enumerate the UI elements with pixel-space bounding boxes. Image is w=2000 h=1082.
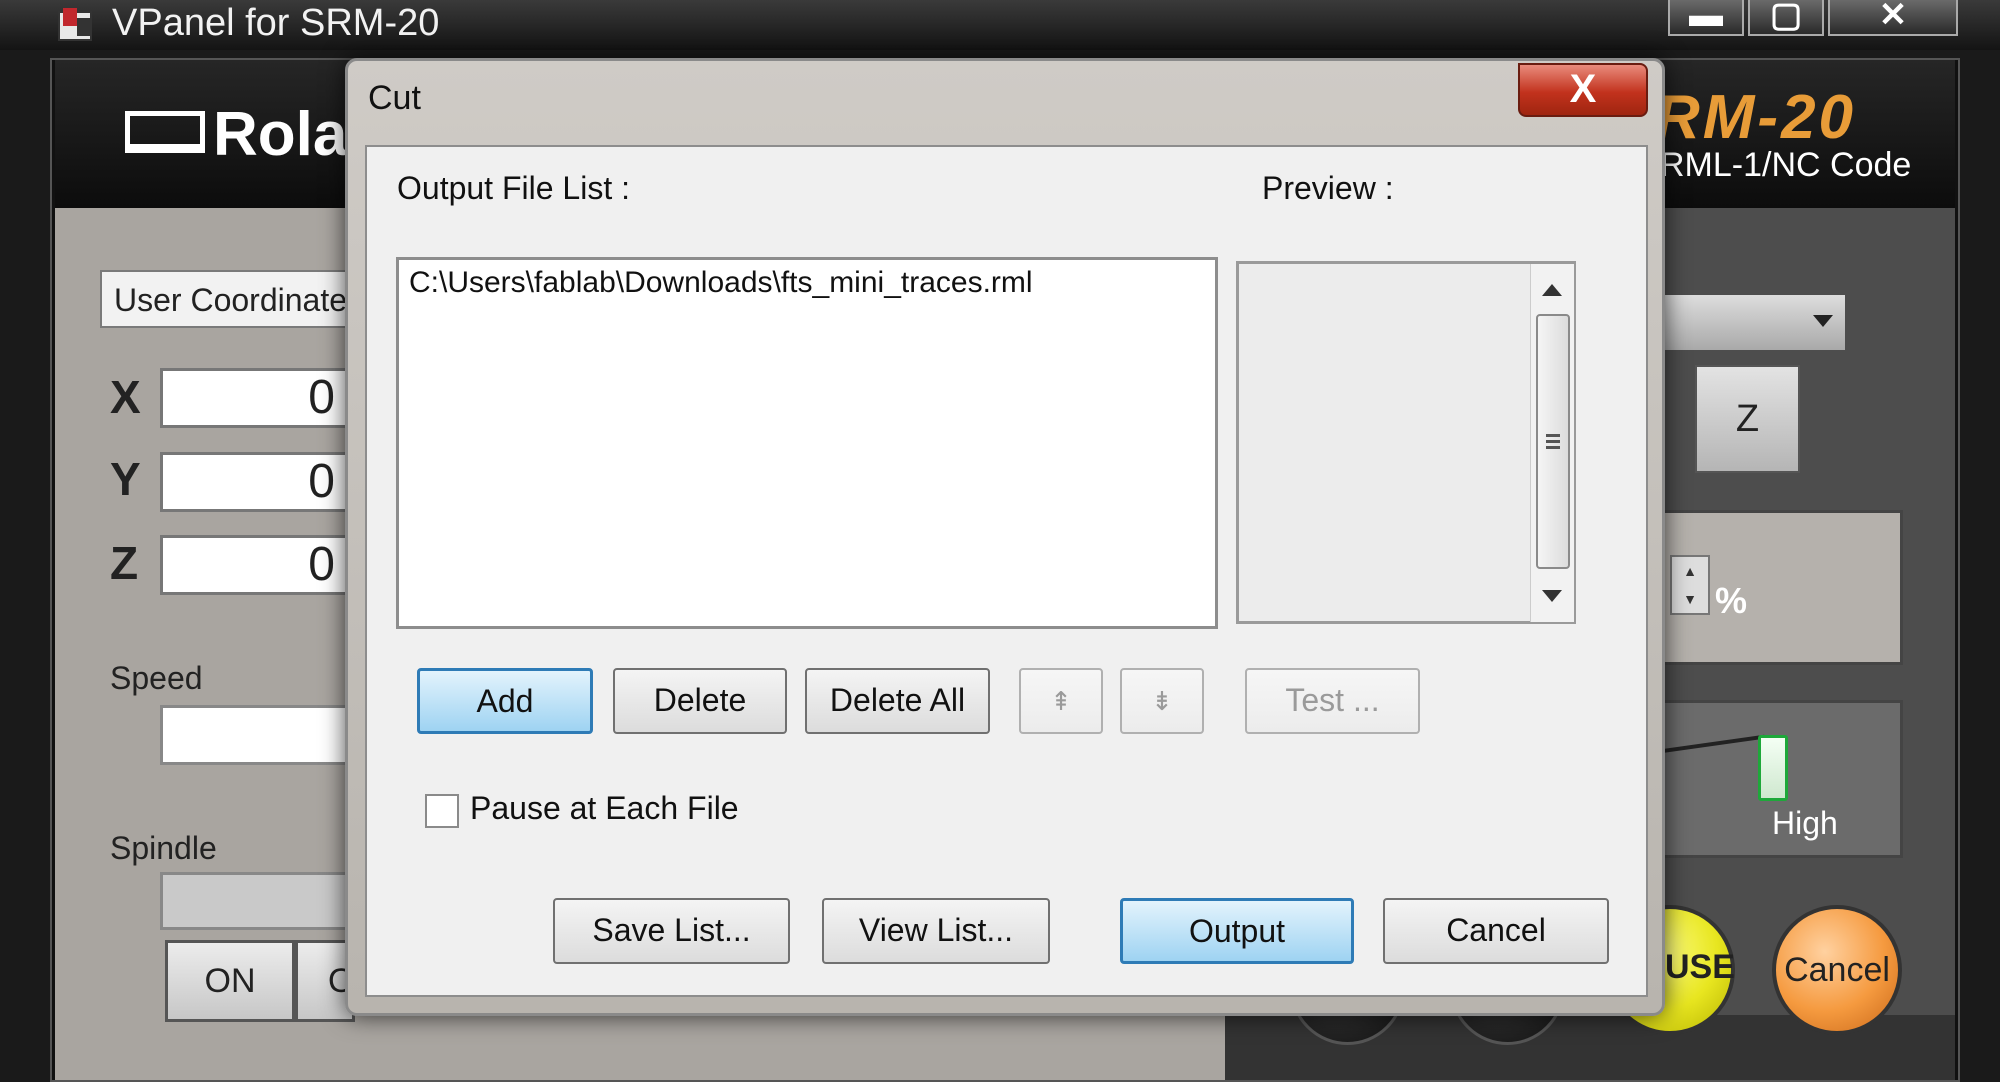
- dialog-title: Cut: [368, 79, 421, 117]
- spindle-speed-thumb[interactable]: [1758, 735, 1788, 801]
- add-button[interactable]: Add: [417, 668, 593, 734]
- dialog-close-button[interactable]: X: [1518, 63, 1648, 117]
- list-item[interactable]: C:\Users\fablab\Downloads\fts_mini_trace…: [409, 266, 1033, 300]
- preview-label: Preview :: [1262, 170, 1394, 206]
- x-axis-value: 0: [160, 368, 350, 428]
- arrow-down-icon: ⇟: [1151, 686, 1173, 716]
- delete-button[interactable]: Delete: [613, 668, 787, 734]
- y-axis-value: 0: [160, 452, 350, 512]
- grip-icon: [1546, 440, 1560, 443]
- percent-stepper[interactable]: ▲ ▼: [1670, 555, 1710, 615]
- spindle-slider[interactable]: [160, 872, 350, 930]
- x-axis-label: X: [110, 371, 141, 423]
- right-dropdown[interactable]: [1665, 295, 1845, 350]
- chevron-down-icon: [1813, 315, 1833, 327]
- model-title: RM-20: [1655, 83, 1857, 152]
- pause-at-each-file-label[interactable]: Pause at Each File: [470, 790, 739, 827]
- preview-scrollbar[interactable]: [1530, 264, 1574, 622]
- delete-all-button[interactable]: Delete All: [805, 668, 990, 734]
- test-button[interactable]: Test ...: [1245, 668, 1420, 734]
- scroll-down-icon[interactable]: [1542, 590, 1562, 602]
- speed-slider[interactable]: [160, 705, 350, 765]
- close-window-button[interactable]: ✕: [1828, 0, 1958, 36]
- scroll-thumb[interactable]: [1536, 314, 1570, 569]
- pause-button-label: USE: [1665, 948, 1735, 986]
- output-button[interactable]: Output: [1120, 898, 1354, 964]
- stepper-up-icon[interactable]: ▲: [1672, 557, 1708, 585]
- model-subtitle: RML-1/NC Code: [1660, 146, 1912, 184]
- percent-label: %: [1715, 580, 1748, 621]
- output-file-list[interactable]: C:\Users\fablab\Downloads\fts_mini_trace…: [396, 257, 1218, 629]
- brand-mark-icon: [125, 111, 205, 153]
- app-title: VPanel for SRM-20: [112, 2, 440, 44]
- scroll-up-icon[interactable]: [1542, 284, 1562, 296]
- z-axis-label: Z: [110, 537, 139, 589]
- view-list-button[interactable]: View List...: [822, 898, 1050, 964]
- y-axis-label: Y: [110, 453, 141, 505]
- z-origin-button[interactable]: Z: [1695, 365, 1800, 473]
- spindle-on-button[interactable]: ON: [165, 940, 295, 1022]
- pause-at-each-file-checkbox[interactable]: [425, 794, 459, 828]
- preview-pane: [1236, 261, 1576, 624]
- save-list-button[interactable]: Save List...: [553, 898, 790, 964]
- stepper-down-icon[interactable]: ▼: [1672, 585, 1708, 613]
- app-icon: [58, 8, 92, 41]
- z-axis-value: 0: [160, 535, 350, 595]
- grip-icon: [1546, 434, 1560, 437]
- cancel-job-button[interactable]: Cancel: [1772, 905, 1902, 1035]
- cancel-button[interactable]: Cancel: [1383, 898, 1609, 964]
- maximize-button[interactable]: ▢: [1748, 0, 1824, 36]
- spindle-label: Spindle: [110, 830, 217, 866]
- arrow-up-icon: ⇞: [1050, 686, 1072, 716]
- high-label: High: [1772, 805, 1838, 841]
- output-file-list-label: Output File List :: [397, 170, 630, 206]
- brand-name: Rola: [213, 100, 348, 169]
- move-down-button[interactable]: ⇟: [1120, 668, 1204, 734]
- minimize-button[interactable]: ▬: [1668, 0, 1744, 36]
- speed-label: Speed: [110, 660, 203, 696]
- grip-icon: [1546, 446, 1560, 449]
- move-up-button[interactable]: ⇞: [1019, 668, 1103, 734]
